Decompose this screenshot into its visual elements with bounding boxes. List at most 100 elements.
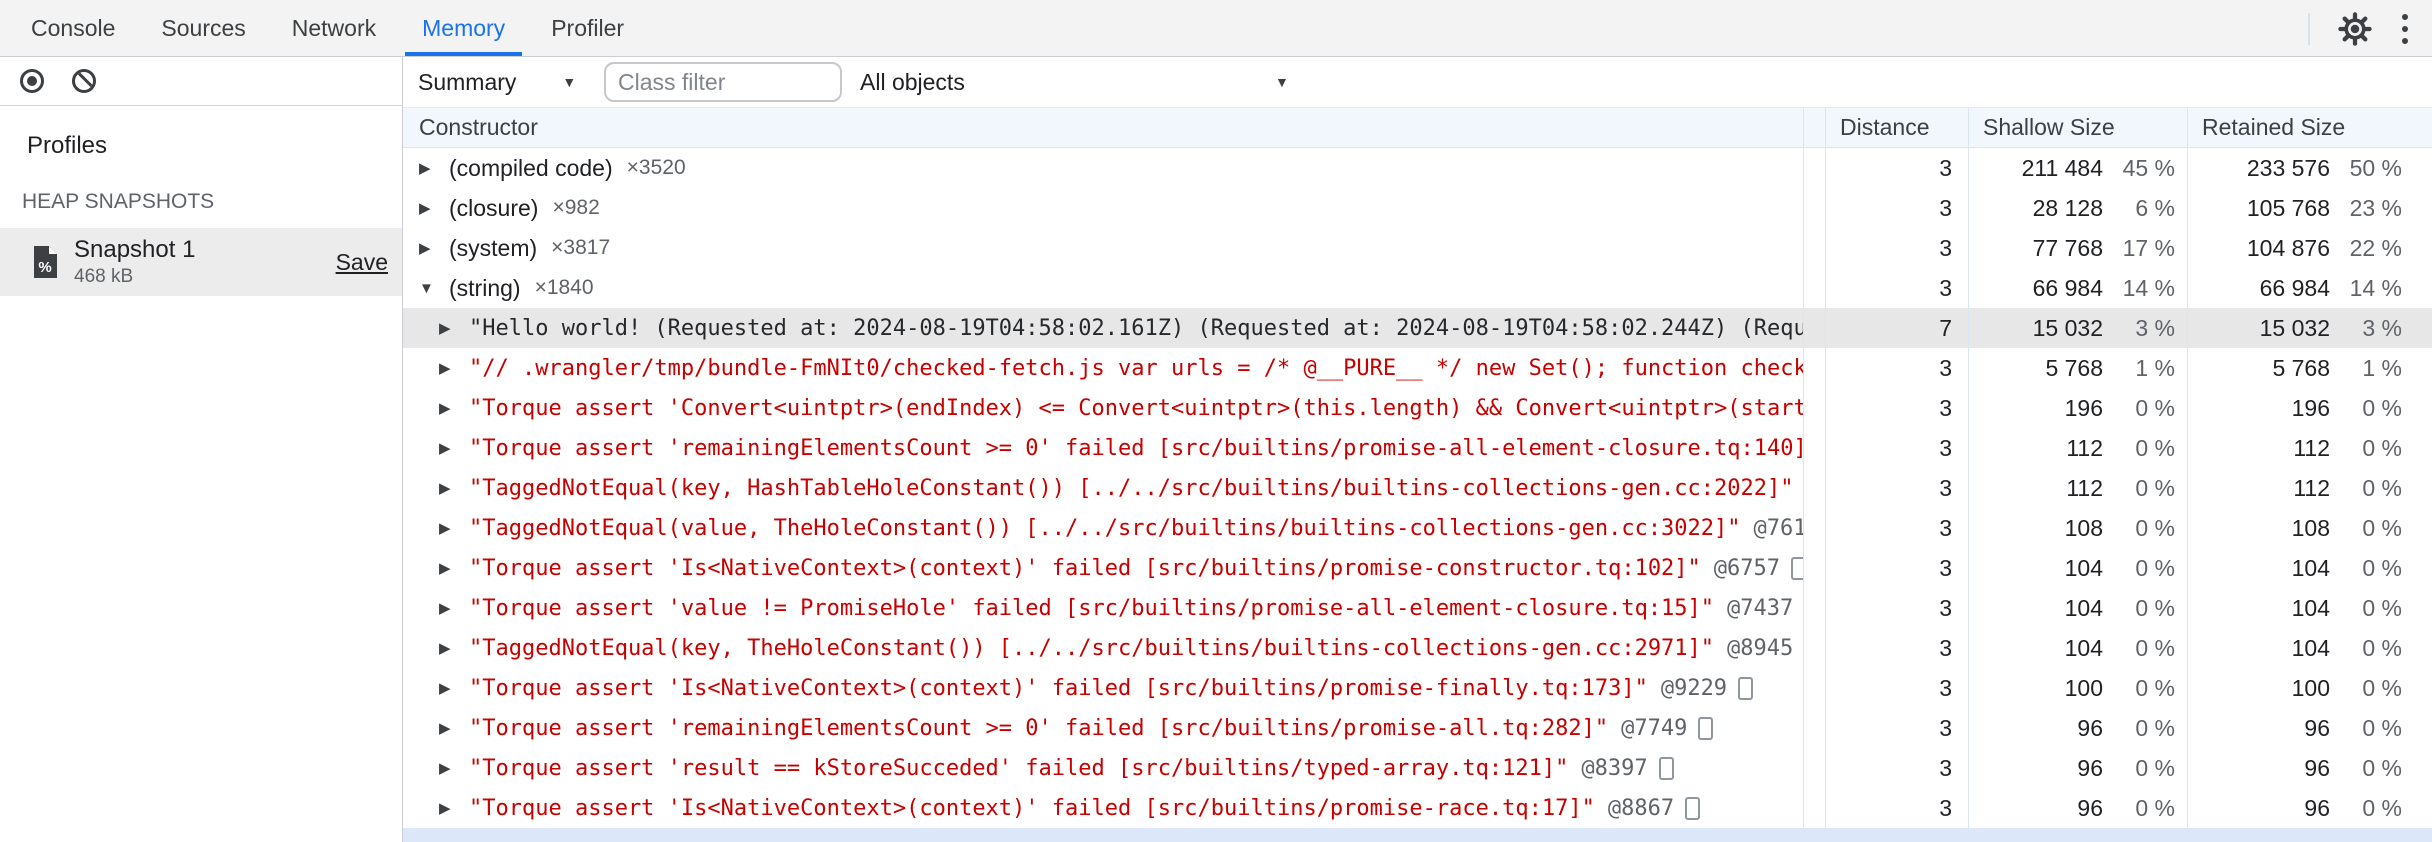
tab-network[interactable]: Network [275, 0, 393, 56]
distance-cell: 3 [1825, 468, 1968, 508]
constructor-cell: ▶ "Torque assert 'Convert<uintptr>(endIn… [403, 388, 1803, 428]
shallow-size-percent: 0 % [2135, 394, 2175, 421]
column-header-retained-size[interactable]: Retained Size [2187, 108, 2432, 147]
table-row[interactable]: ▶ (closure) ×982 3 28 128 6 % 105 768 23… [403, 188, 2432, 228]
disclosure-triangle-icon[interactable]: ▶ [439, 679, 469, 697]
shallow-size-cell: 112 0 % [1968, 428, 2187, 468]
column-header-shallow-size[interactable]: Shallow Size [1968, 108, 2187, 147]
tab-sources[interactable]: Sources [144, 0, 262, 56]
constructor-label: (compiled code) [449, 154, 613, 181]
shallow-size-value: 104 [2064, 594, 2103, 621]
disclosure-triangle-icon[interactable]: ▶ [419, 159, 449, 177]
retained-size-cell: 104 0 % [2187, 628, 2432, 668]
retained-size-percent: 0 % [2362, 434, 2402, 461]
shallow-size-percent: 0 % [2135, 594, 2175, 621]
table-row[interactable]: ▶ "TaggedNotEqual(value, TheHoleConstant… [403, 508, 2432, 548]
disclosure-triangle-icon[interactable]: ▶ [439, 599, 469, 617]
table-row[interactable]: ▶ "Torque assert 'Convert<uintptr>(endIn… [403, 388, 2432, 428]
tab-memory[interactable]: Memory [405, 0, 523, 56]
string-value: "Torque assert 'remainingElementsCount >… [469, 435, 1803, 461]
retained-size-cell: 5 768 1 % [2187, 348, 2432, 388]
distance-cell: 3 [1825, 748, 1968, 788]
disclosure-triangle-icon[interactable]: ▶ [439, 479, 469, 497]
retained-size-value: 96 [2304, 794, 2330, 821]
shallow-size-value: 5 768 [2045, 354, 2103, 381]
string-value: "Torque assert 'remainingElementsCount >… [469, 715, 1609, 741]
disclosure-triangle-icon[interactable]: ▶ [439, 439, 469, 457]
tab-label: Network [291, 14, 377, 41]
table-row[interactable]: ▶ "TaggedNotEqual(key, TheHoleConstant()… [403, 628, 2432, 668]
disclosure-triangle-icon[interactable]: ▶ [439, 399, 469, 417]
disclosure-triangle-icon[interactable]: ▶ [439, 519, 469, 537]
disclosure-triangle-icon[interactable]: ▶ [439, 799, 469, 817]
gutter-cell [1803, 228, 1825, 268]
disclosure-triangle-icon[interactable]: ▶ [419, 239, 449, 257]
constructor-cell: ▶ "Torque assert 'Is<NativeContext>(cont… [403, 668, 1803, 708]
shallow-size-value: 15 032 [2032, 314, 2103, 341]
column-header-constructor[interactable]: Constructor [403, 108, 1803, 147]
object-id: @6757 [1713, 555, 1781, 581]
tab-label: Memory [422, 14, 506, 41]
bottom-scroll-strip[interactable] [403, 828, 2432, 842]
distance-cell: 3 [1825, 388, 1968, 428]
save-link[interactable]: Save [336, 249, 388, 276]
retained-size-cell: 96 0 % [2187, 708, 2432, 748]
shallow-size-cell: 104 0 % [1968, 588, 2187, 628]
table-row[interactable]: ▶ "Torque assert 'Is<NativeContext>(cont… [403, 788, 2432, 828]
table-row[interactable]: ▶ "Torque assert 'remainingElementsCount… [403, 708, 2432, 748]
sidebar-item-snapshot-1[interactable]: % Snapshot 1 468 kB Save [0, 228, 402, 296]
string-value: "Torque assert 'value != PromiseHole' fa… [469, 595, 1715, 621]
shallow-size-percent: 17 % [2122, 234, 2175, 261]
retained-size-percent: 0 % [2362, 474, 2402, 501]
objects-select[interactable]: All objects [860, 57, 965, 107]
column-header-distance[interactable]: Distance [1825, 108, 1968, 147]
gutter-cell [1803, 428, 1825, 468]
table-row[interactable]: ▶ "Torque assert 'value != PromiseHole' … [403, 588, 2432, 628]
kebab-menu-icon[interactable] [2396, 10, 2414, 48]
disclosure-triangle-icon[interactable]: ▶ [439, 719, 469, 737]
shallow-size-cell: 104 0 % [1968, 628, 2187, 668]
disclosure-triangle-icon[interactable]: ▶ [439, 319, 469, 337]
retained-size-cell: 112 0 % [2187, 468, 2432, 508]
retained-size-value: 104 876 [2246, 234, 2330, 261]
shallow-size-percent: 0 % [2135, 714, 2175, 741]
clear-icon[interactable] [72, 69, 96, 93]
string-value: "TaggedNotEqual(value, TheHoleConstant()… [469, 515, 1741, 541]
tab-profiler[interactable]: Profiler [534, 0, 641, 56]
table-row[interactable]: ▶ "Torque assert 'result == kStoreSucced… [403, 748, 2432, 788]
shallow-size-value: 108 [2064, 514, 2103, 541]
constructor-cell: ▶ "Torque assert 'Is<NativeContext>(cont… [403, 788, 1803, 828]
disclosure-triangle-icon[interactable]: ▶ [439, 559, 469, 577]
gutter-cell [1803, 468, 1825, 508]
table-row[interactable]: ▶ "Torque assert 'remainingElementsCount… [403, 428, 2432, 468]
objects-select-label: All objects [860, 68, 965, 95]
table-row[interactable]: ▼ (string) ×1840 3 66 984 14 % 66 984 14… [403, 268, 2432, 308]
instance-count: ×982 [552, 196, 600, 219]
table-row[interactable]: ▶ "// .wrangler/tmp/bundle-FmNIt0/checke… [403, 348, 2432, 388]
disclosure-triangle-icon[interactable]: ▶ [419, 199, 449, 217]
disclosure-triangle-icon[interactable]: ▶ [439, 639, 469, 657]
table-row[interactable]: ▶ (system) ×3817 3 77 768 17 % 104 876 2… [403, 228, 2432, 268]
table-row[interactable]: ▶ "Torque assert 'Is<NativeContext>(cont… [403, 668, 2432, 708]
retained-size-cell: 233 576 50 % [2187, 148, 2432, 188]
record-icon[interactable] [20, 69, 44, 93]
table-row[interactable]: ▶ (compiled code) ×3520 3 211 484 45 % 2… [403, 148, 2432, 188]
table-row[interactable]: ▶ "Torque assert 'Is<NativeContext>(cont… [403, 548, 2432, 588]
table-row[interactable]: ▶ "Hello world! (Requested at: 2024-08-1… [403, 308, 2432, 348]
tab-console[interactable]: Console [14, 0, 132, 56]
gear-icon[interactable] [2338, 11, 2372, 46]
chevron-down-icon[interactable]: ▼ [1275, 57, 1289, 107]
class-filter-input[interactable] [604, 62, 842, 102]
perspective-select[interactable]: Summary ▼ [418, 57, 576, 107]
table-row[interactable]: ▶ "TaggedNotEqual(key, HashTableHoleCons… [403, 468, 2432, 508]
header-gutter [1803, 108, 1825, 147]
retained-size-cell: 100 0 % [2187, 668, 2432, 708]
disclosure-triangle-icon[interactable]: ▶ [439, 359, 469, 377]
retained-size-percent: 0 % [2362, 794, 2402, 821]
constructor-label: (system) [449, 234, 538, 261]
retained-size-value: 100 [2291, 674, 2330, 701]
shallow-size-value: 112 [2066, 474, 2103, 501]
disclosure-triangle-icon[interactable]: ▼ [419, 280, 449, 297]
disclosure-triangle-icon[interactable]: ▶ [439, 759, 469, 777]
retained-size-value: 104 [2291, 594, 2330, 621]
